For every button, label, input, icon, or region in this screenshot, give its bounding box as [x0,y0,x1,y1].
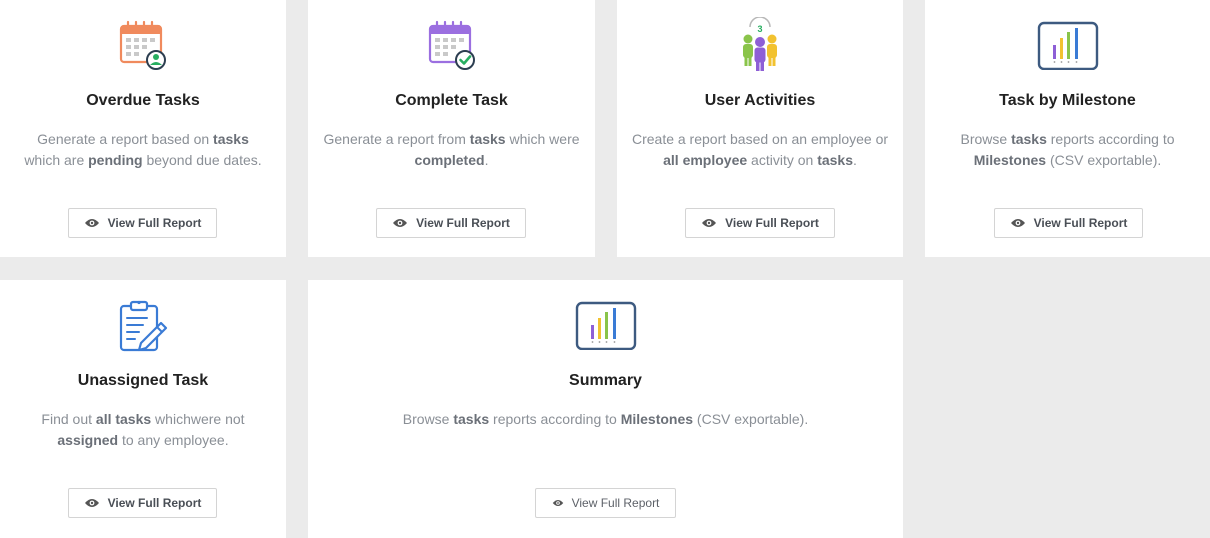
card-description: Generate a report based on tasks which a… [24,131,262,168]
view-full-report-button[interactable]: View Full Report [68,488,217,518]
clipboard-edit-icon [0,298,286,354]
users-group-icon: 3 [617,16,903,72]
report-card-overdue-tasks: Overdue Tasks Generate a report based on… [0,0,286,257]
report-card-complete-task: Complete Task Generate a report from tas… [308,0,595,257]
eye-icon [1010,218,1026,228]
view-full-report-button[interactable]: View Full Report [535,488,676,518]
eye-icon [552,499,564,507]
calendar-check-icon [308,16,595,72]
report-card-unassigned-task: Unassigned Task Find out all tasks which… [0,280,286,538]
view-full-report-button[interactable]: View Full Report [68,208,217,238]
user-count-badge: 3 [757,24,762,34]
card-description: Generate a report from tasks which were … [323,131,580,168]
card-title: Unassigned Task [77,372,209,389]
eye-icon [84,218,100,228]
report-card-summary: Summary Browse tasks reports according t… [308,280,903,538]
report-card-user-activities: 3 User Activities Create a report based … [617,0,903,257]
card-description: Create a report based on an employee or … [631,131,889,168]
view-full-report-button[interactable]: View Full Report [376,208,526,238]
card-description: Find out all tasks whichwere not assigne… [41,411,245,448]
card-title: Task by Milestone [999,92,1136,109]
bar-chart-icon [925,16,1210,72]
card-title: Summary [569,372,642,389]
calendar-user-icon [0,16,286,72]
view-full-report-button[interactable]: View Full Report [685,208,835,238]
view-full-report-button[interactable]: View Full Report [994,208,1143,238]
card-title: Complete Task [395,92,508,109]
card-description: Browse tasks reports according to Milest… [402,411,809,427]
report-card-task-by-milestone: Task by Milestone Browse tasks reports a… [925,0,1210,257]
card-title: Overdue Tasks [86,92,200,109]
card-title: User Activities [704,92,816,109]
eye-icon [84,498,100,508]
eye-icon [392,218,408,228]
card-description: Browse tasks reports according to Milest… [960,131,1175,168]
eye-icon [701,218,717,228]
bar-chart-icon [308,296,903,352]
